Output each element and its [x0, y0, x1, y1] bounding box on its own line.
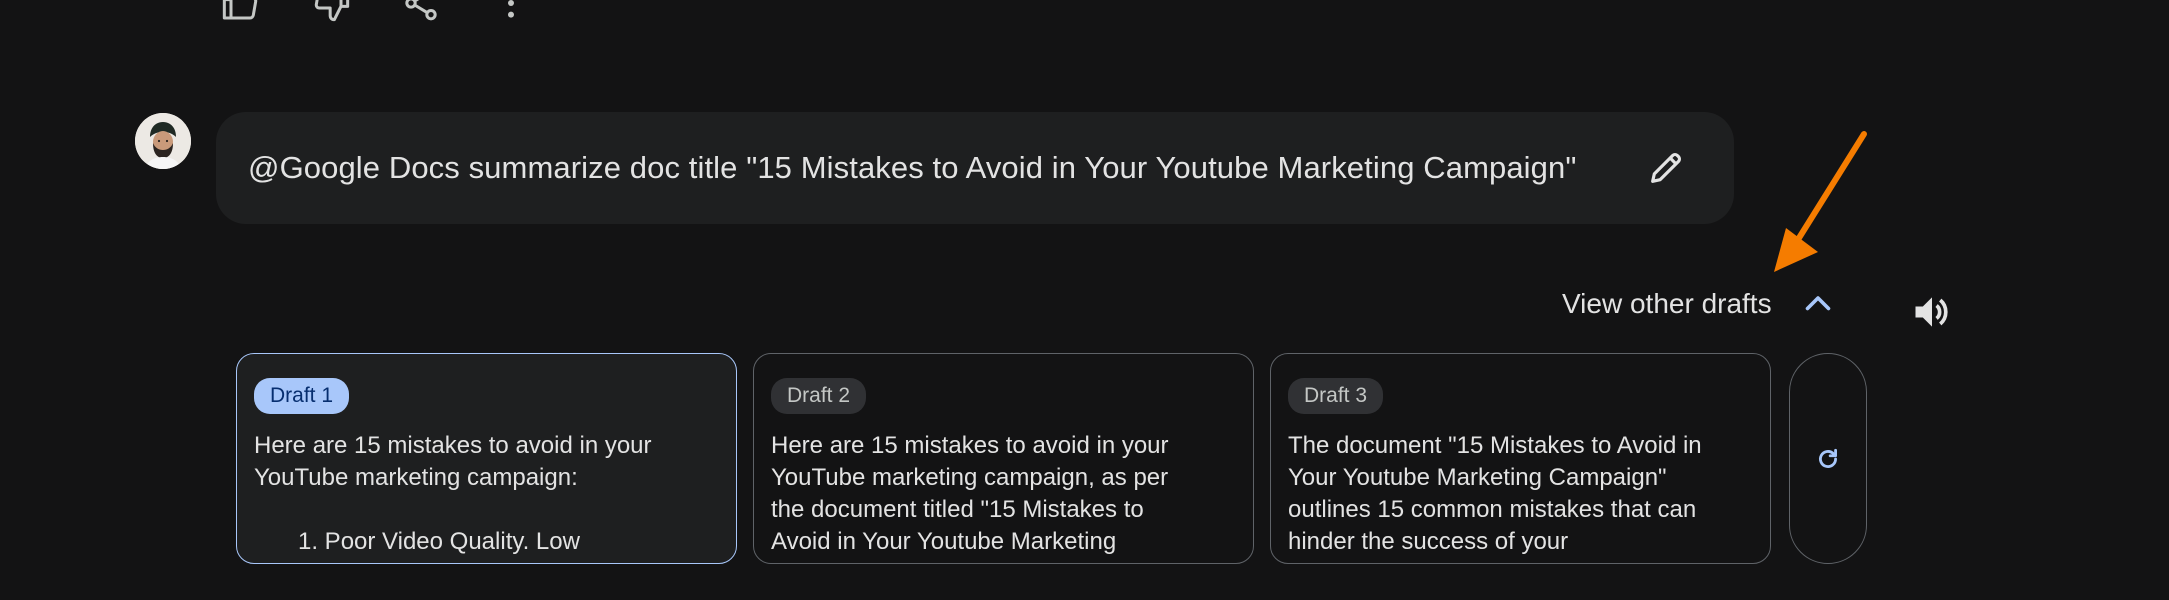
thumbs-up-icon[interactable]	[220, 0, 262, 24]
draft-chip: Draft 3	[1288, 378, 1384, 414]
prompt-text: @Google Docs summarize doc title "15 Mis…	[248, 150, 1577, 185]
draft-text: Here are 15 mistakes to avoid in your Yo…	[254, 432, 652, 491]
response-actions	[220, 0, 532, 24]
draft-card-3[interactable]: Draft 3 The document "15 Mistakes to Avo…	[1270, 353, 1771, 564]
user-avatar	[135, 113, 191, 169]
draft-chip: Draft 1	[254, 378, 350, 414]
chevron-up-icon[interactable]	[1798, 284, 1838, 324]
thumbs-down-icon[interactable]	[310, 0, 352, 24]
share-icon[interactable]	[400, 0, 442, 24]
pencil-icon	[1651, 152, 1682, 183]
draft-text: Here are 15 mistakes to avoid in your Yo…	[771, 432, 1169, 555]
chat-stage: @Google Docs summarize doc title "15 Mis…	[0, 0, 2169, 600]
draft-card-2[interactable]: Draft 2 Here are 15 mistakes to avoid in…	[753, 353, 1254, 564]
refresh-icon	[1819, 448, 1837, 468]
draft-text: The document "15 Mistakes to Avoid in Yo…	[1288, 432, 1702, 555]
draft-chip: Draft 2	[771, 378, 867, 414]
regenerate-drafts-button[interactable]	[1789, 353, 1867, 564]
annotation-arrow	[1760, 128, 1870, 293]
more-vert-icon[interactable]	[490, 0, 532, 24]
view-other-drafts-toggle[interactable]: View other drafts	[1562, 284, 1838, 324]
edit-prompt-button[interactable]	[1642, 144, 1690, 192]
volume-icon	[1915, 297, 1948, 327]
draft-list-item: 1. Poor Video Quality. Low	[298, 528, 580, 555]
read-aloud-button[interactable]	[1908, 288, 1956, 336]
view-other-drafts-label: View other drafts	[1562, 288, 1772, 319]
user-prompt-bubble: @Google Docs summarize doc title "15 Mis…	[216, 112, 1734, 224]
draft-card-1[interactable]: Draft 1 Here are 15 mistakes to avoid in…	[236, 353, 737, 564]
